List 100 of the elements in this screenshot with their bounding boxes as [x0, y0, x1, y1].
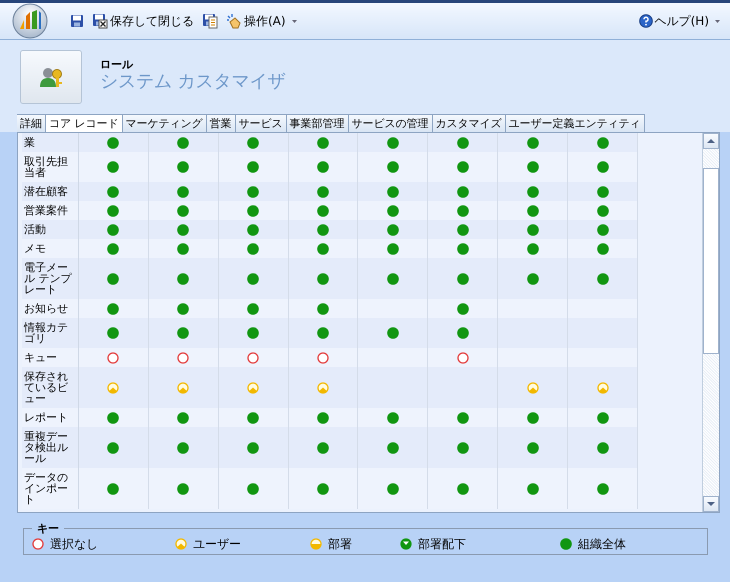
entity-name: 情報カテゴリ: [22, 320, 69, 347]
filled-circle-icon: [317, 482, 330, 494]
help-menu-button[interactable]: ヘルプ(H): [636, 10, 722, 32]
filled-circle-icon: [456, 442, 469, 454]
filled-circle-icon: [107, 412, 120, 424]
tab[interactable]: 詳細: [17, 114, 46, 132]
filled-circle-icon: [317, 161, 330, 173]
tab[interactable]: サービスの管理: [348, 114, 432, 132]
half-circle-icon: [310, 538, 322, 550]
filled-circle-icon: [526, 136, 539, 148]
entity-name: メモ: [23, 241, 47, 257]
filled-circle-icon: [247, 412, 260, 424]
filled-circle-icon: [596, 272, 609, 284]
filled-circle-icon: [247, 242, 260, 254]
filled-circle-icon: [386, 242, 399, 254]
save-button[interactable]: [68, 12, 86, 30]
filled-circle-icon: [107, 161, 120, 173]
actions-menu-button[interactable]: 操作(A): [224, 10, 299, 32]
filled-circle-icon: [526, 204, 539, 216]
filled-circle-icon: [177, 412, 190, 424]
filled-circle-icon: [386, 204, 399, 216]
filled-circle-icon: [317, 327, 330, 339]
filled-circle-icon: [247, 442, 260, 454]
entity-name: お知らせ: [23, 301, 69, 317]
tab[interactable]: カスタマイズ: [432, 114, 506, 132]
filled-circle-icon: [456, 224, 469, 236]
filled-circle-icon: [107, 302, 120, 314]
filled-circle-icon: [177, 204, 190, 216]
filled-circle-icon: [596, 186, 609, 198]
tab[interactable]: ユーザー定義エンティティ: [506, 114, 644, 132]
quarter-circle-icon: [526, 382, 539, 394]
key-label: 部署: [328, 536, 352, 552]
filled-circle-icon: [317, 442, 330, 454]
filled-circle-icon: [247, 186, 260, 198]
logo-icon[interactable]: [12, 3, 48, 39]
key-label: 部署配下: [418, 536, 466, 552]
filled-circle-icon: [317, 302, 330, 314]
filled-circle-icon: [177, 327, 190, 339]
filled-circle-icon: [107, 186, 120, 198]
filled-circle-icon: [177, 242, 190, 254]
filled-circle-icon: [526, 442, 539, 454]
filled-circle-icon: [177, 442, 190, 454]
filled-circle-icon: [526, 224, 539, 236]
filled-circle-icon: [560, 538, 572, 550]
filled-circle-icon: [386, 412, 399, 424]
entity-label: ロール: [100, 57, 134, 72]
filled-circle-icon: [386, 186, 399, 198]
entity-name: 潜在顧客: [23, 184, 69, 200]
filled-circle-icon: [456, 482, 469, 494]
tab[interactable]: マーケティング: [122, 114, 206, 132]
filled-circle-icon: [317, 224, 330, 236]
filled-circle-icon: [107, 327, 120, 339]
user-key-icon: [38, 65, 64, 89]
save-new-button[interactable]: [200, 11, 220, 31]
save-page-icon: [202, 13, 218, 29]
filled-circle-icon: [526, 186, 539, 198]
entity-name: キュー: [23, 350, 58, 366]
filled-circle-icon: [526, 161, 539, 173]
filled-circle-icon: [526, 242, 539, 254]
tab[interactable]: サービス: [236, 114, 286, 132]
filled-circle-icon: [456, 186, 469, 198]
entity-name: 営業案件: [23, 203, 69, 219]
filled-circle-icon: [386, 442, 399, 454]
quarter-circle-icon: [175, 538, 187, 550]
entity-name: データのインポート: [23, 470, 69, 508]
filled-circle-icon: [386, 161, 399, 173]
tab[interactable]: 事業部管理: [286, 114, 348, 132]
filled-circle-icon: [107, 136, 120, 148]
scrollbar[interactable]: [702, 133, 719, 512]
filled-circle-icon: [317, 412, 330, 424]
filled-circle-icon: [107, 482, 120, 494]
filled-circle-icon: [177, 161, 190, 173]
filled-circle-icon: [247, 302, 260, 314]
filled-circle-icon: [177, 186, 190, 198]
filled-circle-icon: [386, 482, 399, 494]
entity-name: 重複データ検出ルール: [23, 429, 69, 467]
empty-circle-icon: [317, 352, 330, 364]
tab[interactable]: コア レコード: [46, 114, 122, 133]
up-arrow-icon[interactable]: [707, 139, 715, 143]
filled-circle-icon: [386, 136, 399, 148]
quarter-circle-icon: [596, 382, 609, 394]
filled-circle-icon: [596, 442, 609, 454]
key-label: 組織全体: [578, 536, 626, 552]
entity-name: 業: [23, 135, 36, 151]
filled-circle-icon: [526, 482, 539, 494]
filled-circle-icon: [177, 302, 190, 314]
save-close-button[interactable]: 保存して閉じる: [90, 10, 196, 32]
filled-circle-icon: [456, 302, 469, 314]
down-arrow-icon[interactable]: [707, 502, 715, 506]
filled-circle-icon: [247, 136, 260, 148]
save-icon: [70, 14, 84, 28]
tab[interactable]: 営業: [206, 114, 236, 132]
filled-circle-icon: [247, 482, 260, 494]
entity-name: 電子メール テンプレート: [23, 260, 73, 298]
filled-circle-icon: [456, 272, 469, 284]
filled-circle-icon: [107, 272, 120, 284]
filled-circle-icon: [456, 204, 469, 216]
filled-circle-icon: [386, 327, 399, 339]
filled-circle-icon: [317, 272, 330, 284]
caret-icon: [715, 20, 720, 22]
